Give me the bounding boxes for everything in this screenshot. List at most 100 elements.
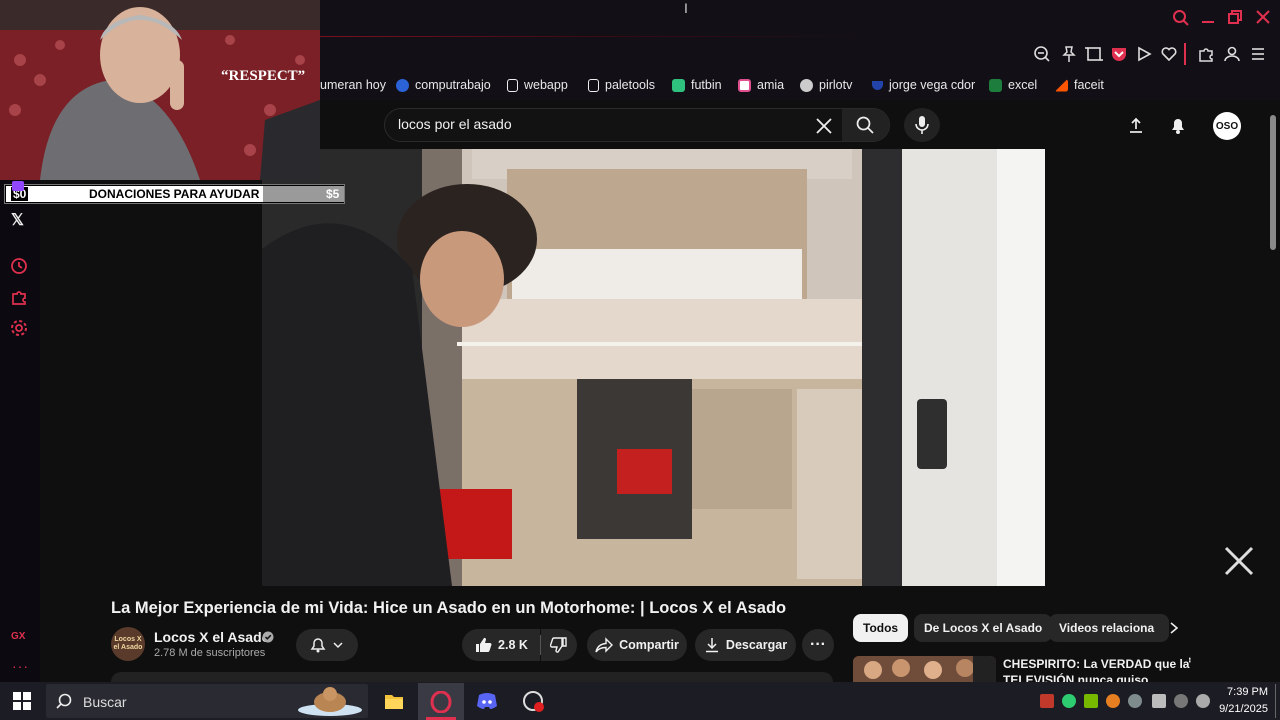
taskbar-search-icon [56, 693, 72, 709]
text-cursor-icon: I [684, 0, 688, 16]
bookmark-item[interactable]: amia [738, 76, 784, 94]
dislike-button[interactable] [541, 629, 577, 661]
bookmark-item[interactable]: excel [989, 76, 1037, 94]
like-count: 2.8 K [498, 638, 528, 652]
shield-icon [872, 80, 883, 90]
channel-avatar[interactable]: Locos X el Asado [111, 627, 145, 661]
bell-icon [310, 638, 326, 653]
opera-gx-icon[interactable] [430, 691, 452, 713]
settings-icon[interactable] [10, 319, 28, 337]
computrabajo-icon [396, 78, 409, 92]
description-box[interactable] [111, 672, 833, 682]
amia-icon [738, 78, 751, 92]
excel-icon [989, 78, 1002, 92]
verified-icon [262, 631, 274, 643]
download-button[interactable]: Descargar [695, 629, 796, 661]
taskbar-search-input[interactable]: Buscar [83, 694, 127, 710]
zoom-out-icon[interactable] [1033, 45, 1051, 63]
tray-green-icon[interactable] [1062, 694, 1076, 708]
search-magnifier-icon[interactable] [856, 116, 874, 134]
scrollbar-thumb[interactable] [1270, 115, 1276, 250]
bookmark-item[interactable]: computrabajo [396, 76, 491, 94]
tray-orange-icon[interactable] [1106, 694, 1120, 708]
tray-app-icon[interactable] [1174, 694, 1188, 708]
bookmark-item[interactable]: jorge vega cdor [872, 76, 975, 94]
bookmark-item[interactable]: faceit [1055, 76, 1104, 94]
close-player-icon[interactable] [1222, 544, 1256, 578]
more-icon[interactable]: ··· [12, 658, 29, 674]
bookmark-label: paletools [605, 78, 656, 92]
chip-channel[interactable]: De Locos X el Asado [914, 614, 1053, 642]
tray-shield-icon[interactable] [1040, 694, 1054, 708]
restore-icon[interactable] [1227, 9, 1243, 25]
search-input[interactable]: locos por el asado [398, 116, 512, 132]
related-video-thumbnail[interactable] [853, 656, 996, 682]
chevron-right-icon[interactable] [1167, 620, 1181, 636]
microphone-icon[interactable] [914, 115, 930, 135]
page-icon [507, 78, 518, 92]
stream-overlay-image [0, 0, 320, 180]
bookmark-label: webapp [524, 78, 568, 92]
search-icon[interactable] [1172, 9, 1190, 27]
x-icon[interactable]: 𝕏 [11, 210, 24, 230]
bookmark-item[interactable]: futbin [672, 76, 722, 94]
page-icon [588, 78, 599, 92]
chip-todos[interactable]: Todos [853, 614, 909, 642]
menu-icon[interactable] [1249, 45, 1267, 63]
share-button[interactable]: Compartir [587, 629, 687, 661]
overlay-photo [0, 0, 320, 180]
bookmark-label: jorge vega cdor [889, 78, 976, 92]
tray-volume-icon[interactable] [1196, 694, 1210, 708]
show-desktop-button[interactable] [1275, 684, 1276, 718]
tray-steam-icon[interactable] [1128, 694, 1142, 708]
heart-icon[interactable] [1160, 45, 1178, 63]
gx-icon[interactable]: GX [11, 631, 25, 642]
pin-icon[interactable] [1060, 45, 1078, 63]
bookmark-label: umeran hoy [320, 78, 387, 92]
discord-icon[interactable] [476, 691, 498, 711]
play-icon[interactable] [1135, 45, 1153, 63]
avatar[interactable]: OSO [1213, 112, 1241, 140]
bookmark-item[interactable]: paletools [588, 76, 655, 94]
share-icon [595, 637, 614, 653]
bookmark-item[interactable]: webapp [507, 76, 568, 94]
share-label: Compartir [619, 638, 679, 652]
snapshot-icon[interactable] [1085, 45, 1103, 63]
thumbs-up-icon [476, 637, 492, 652]
bookmark-item[interactable]: pirlotv [800, 76, 852, 94]
clock-icon[interactable] [10, 257, 28, 275]
bookmark-label: computrabajo [415, 78, 491, 92]
related-more-icon[interactable]: ··· [1183, 656, 1199, 661]
clear-search-icon[interactable] [815, 117, 833, 135]
faceit-icon [1055, 78, 1068, 92]
taskbar-date[interactable]: 9/21/2025 [1210, 703, 1268, 715]
video-player[interactable] [262, 149, 1045, 586]
extensions-puzzle-icon[interactable] [1197, 45, 1215, 63]
taskbar-time[interactable]: 7:39 PM [1220, 686, 1268, 698]
subscribe-bell-button[interactable] [296, 629, 358, 661]
download-label: Descargar [725, 638, 788, 652]
pocket-icon[interactable] [1110, 45, 1128, 63]
upload-icon[interactable] [1127, 116, 1145, 134]
futbin-icon [672, 78, 685, 92]
windows-start-icon[interactable] [13, 692, 31, 710]
bookmark-label: faceit [1074, 78, 1104, 92]
steam-recorder-icon[interactable] [522, 690, 546, 714]
bookmark-item[interactable]: umeran hoy [320, 76, 386, 94]
like-button[interactable]: 2.8 K [462, 629, 540, 661]
file-explorer-icon[interactable] [384, 692, 404, 710]
video-title: La Mejor Experiencia de mi Vida: Hice un… [111, 599, 787, 617]
minimize-icon[interactable] [1200, 9, 1216, 25]
channel-name[interactable]: Locos X el Asado [154, 629, 270, 645]
notifications-bell-icon[interactable] [1169, 115, 1187, 135]
profile-icon[interactable] [1223, 45, 1241, 63]
related-video-title-line1[interactable]: CHESPIRITO: La VERDAD que la [1003, 657, 1189, 671]
tray-nvidia-icon[interactable] [1084, 694, 1098, 708]
more-actions-button[interactable]: ··· [802, 629, 834, 661]
extensions-icon[interactable] [10, 288, 28, 306]
close-window-icon[interactable] [1255, 9, 1271, 25]
related-video-title-line2[interactable]: TELEVISIÓN nunca quiso [1003, 673, 1148, 682]
tray-network-icon[interactable] [1152, 694, 1166, 708]
chip-related[interactable]: Videos relaciona [1049, 614, 1169, 642]
donation-bar: $0 DONACIONES PARA AYUDAR $5 [4, 184, 345, 204]
